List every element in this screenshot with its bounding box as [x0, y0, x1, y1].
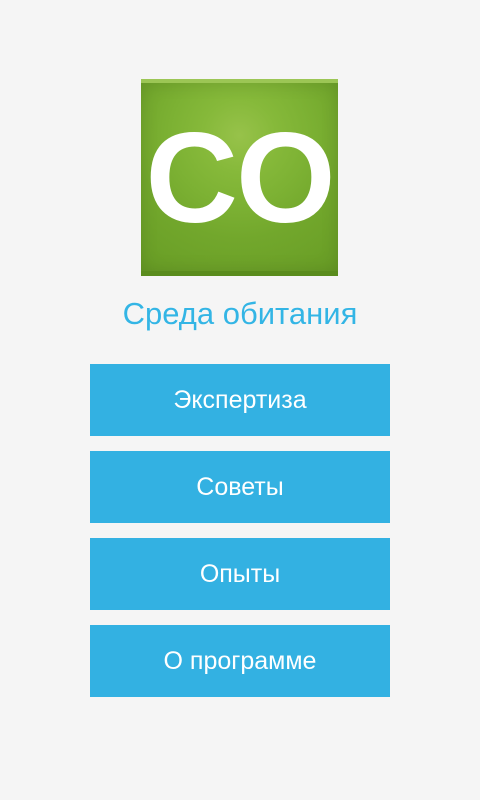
- app-title: Среда обитания: [122, 296, 358, 331]
- expertise-button[interactable]: Экспертиза: [90, 364, 390, 436]
- app-logo: CO: [141, 79, 338, 276]
- tips-button[interactable]: Советы: [90, 451, 390, 523]
- logo-text: CO: [145, 107, 336, 250]
- experiments-button[interactable]: Опыты: [90, 538, 390, 610]
- about-button[interactable]: О программе: [90, 625, 390, 697]
